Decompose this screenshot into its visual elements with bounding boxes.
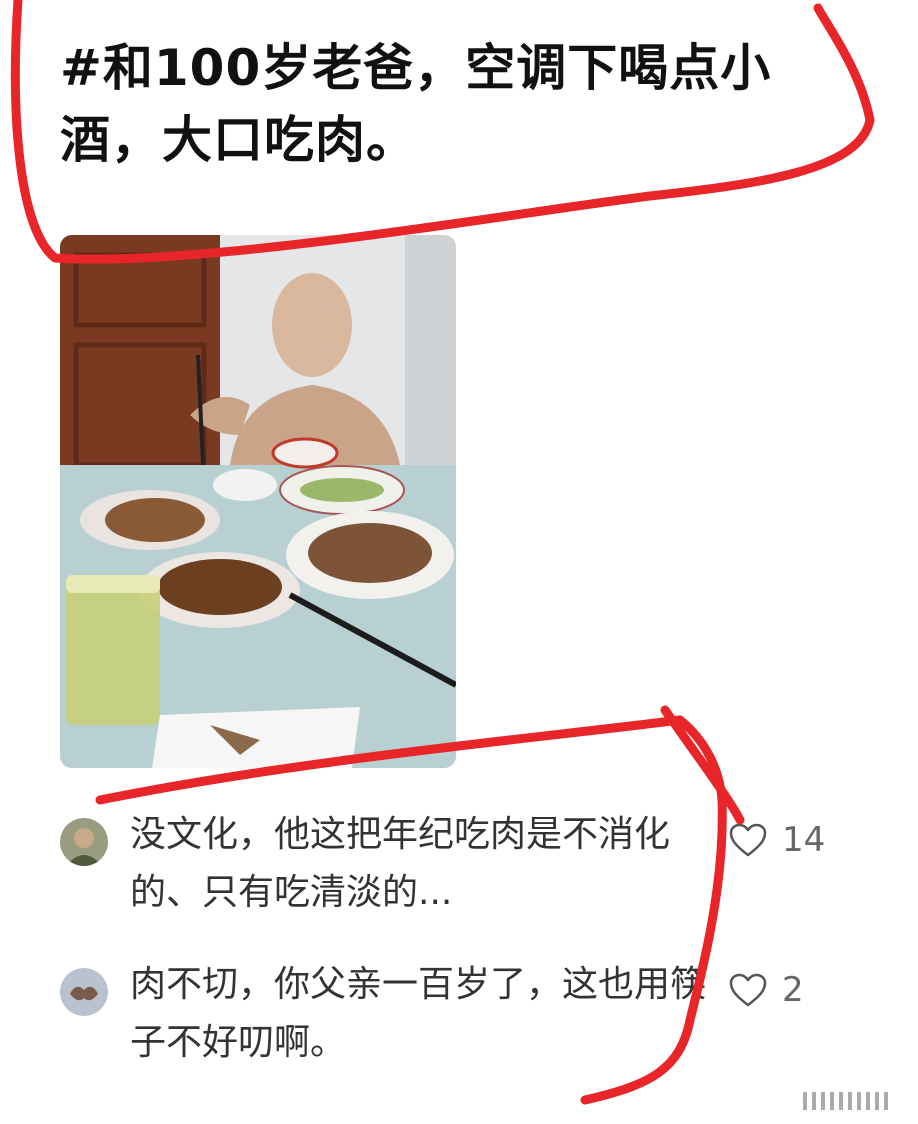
- photo-illustration: [60, 235, 456, 768]
- post-photo[interactable]: [60, 235, 456, 768]
- heart-outline-icon: [729, 973, 767, 1007]
- like-count: 2: [782, 970, 804, 1010]
- bowl: [271, 437, 339, 469]
- post-title: #和100岁老爸，空调下喝点小酒，大口吃肉。: [60, 39, 772, 169]
- like-button[interactable]: 2: [728, 966, 804, 1014]
- commenter-avatar[interactable]: [60, 818, 108, 866]
- comment-text: 没文化，他这把年纪吃肉是不消化的、只有吃清淡的...: [130, 814, 671, 913]
- comment-text: 肉不切，你父亲一百岁了，这也用筷子不好叨啊。: [130, 964, 707, 1063]
- man-head: [272, 273, 352, 377]
- door: [60, 235, 220, 475]
- meat-dish: [105, 498, 205, 542]
- watermark-bars: [803, 1092, 888, 1110]
- fish-dish: [158, 559, 282, 615]
- tea-glass: [66, 575, 160, 725]
- like-count: 14: [782, 820, 826, 860]
- like-button[interactable]: 14: [728, 816, 825, 864]
- heart-outline-icon: [729, 823, 767, 857]
- commenter-avatar[interactable]: [60, 968, 108, 1016]
